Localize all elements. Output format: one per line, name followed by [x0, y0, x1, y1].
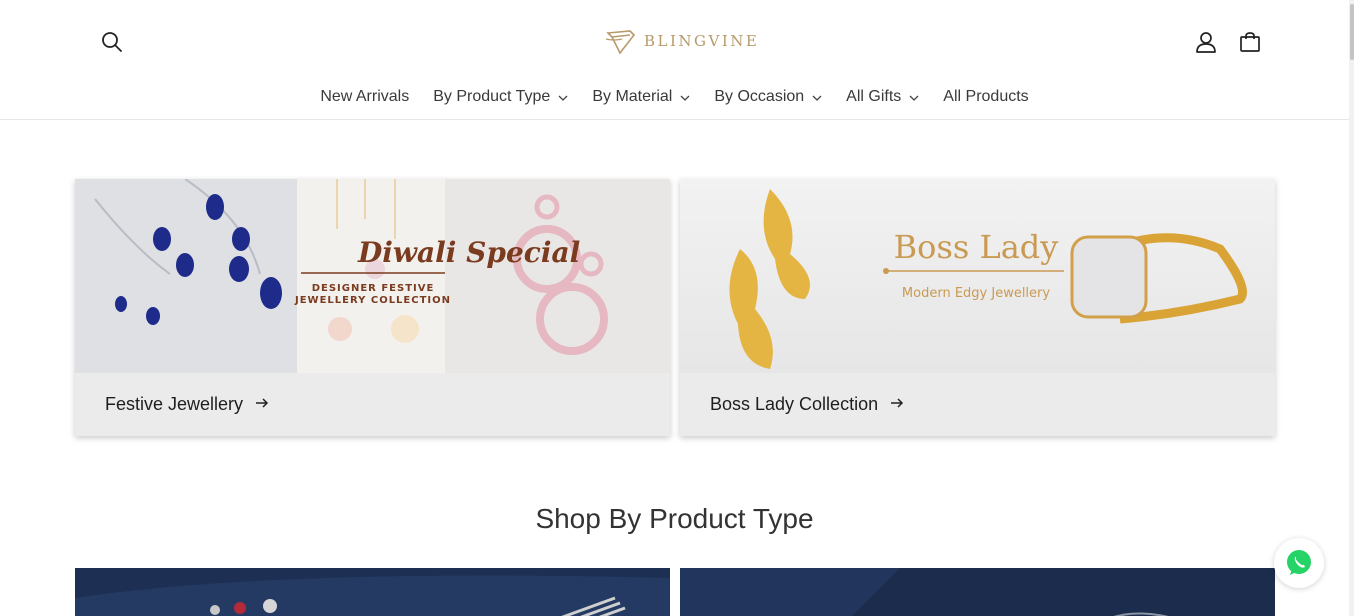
collection-title[interactable]: Boss Lady Collection [710, 394, 878, 415]
nav-label: By Occasion [714, 88, 805, 105]
nav-by-occasion[interactable]: By Occasion [702, 86, 834, 108]
main-navigation: New Arrivals By Product Type By Material… [0, 86, 1349, 108]
nav-all-gifts[interactable]: All Gifts [834, 86, 931, 108]
collection-card-festive[interactable]: Diwali Special DESIGNER FESTIVE JEWELLER… [75, 179, 670, 436]
scrollbar-thumb[interactable] [1350, 4, 1354, 60]
banner-subline-2: JEWELLERY COLLECTION [294, 295, 451, 306]
nav-label: All Products [943, 88, 1029, 105]
card-footer: Festive Jewellery [75, 373, 670, 436]
banner-subline: Modern Edgy Jewellery [902, 286, 1050, 301]
nav-new-arrivals[interactable]: New Arrivals [308, 86, 421, 108]
cart-icon[interactable] [1236, 28, 1264, 56]
chevron-down-icon [680, 88, 690, 106]
nav-by-material[interactable]: By Material [580, 86, 702, 108]
nav-label: All Gifts [846, 88, 902, 105]
logo-mark-icon [605, 30, 636, 55]
nav-label: By Material [592, 88, 673, 105]
card-footer: Boss Lady Collection [680, 373, 1275, 436]
banner-subline-1: DESIGNER FESTIVE [312, 283, 435, 294]
whatsapp-chat-button[interactable] [1274, 538, 1324, 588]
chevron-down-icon [558, 88, 568, 106]
nav-label: By Product Type [433, 88, 551, 105]
chevron-down-icon [812, 88, 822, 106]
arrow-right-icon [890, 396, 904, 414]
nav-by-product-type[interactable]: By Product Type [421, 86, 580, 108]
whatsapp-icon [1287, 550, 1311, 575]
collection-card-boss-lady[interactable]: Boss Lady Modern Edgy Jewellery Boss Lad… [680, 179, 1275, 436]
chevron-down-icon [909, 88, 919, 106]
site-header: BLINGVINE New Arrivals By Product Type B… [0, 0, 1349, 120]
product-type-image [75, 568, 670, 616]
search-icon[interactable] [98, 28, 126, 56]
banner-heading: Boss Lady [894, 228, 1059, 266]
boss-lady-banner-image: Boss Lady Modern Edgy Jewellery [680, 179, 1275, 373]
arrow-right-icon [255, 396, 269, 414]
banner-heading: Diwali Special [357, 236, 580, 269]
nav-all-products[interactable]: All Products [931, 86, 1040, 108]
product-type-tile[interactable] [75, 568, 670, 616]
collection-title[interactable]: Festive Jewellery [105, 394, 243, 415]
account-icon[interactable] [1192, 28, 1220, 56]
brand-logo[interactable]: BLINGVINE [604, 27, 759, 55]
product-type-image [680, 568, 1275, 616]
page-scrollbar[interactable] [1349, 0, 1354, 616]
logo-text: BLINGVINE [644, 32, 760, 50]
festive-banner-image: Diwali Special DESIGNER FESTIVE JEWELLER… [75, 179, 670, 373]
product-type-tile[interactable] [680, 568, 1275, 616]
section-title: Shop By Product Type [535, 503, 814, 534]
nav-label: New Arrivals [320, 88, 410, 105]
